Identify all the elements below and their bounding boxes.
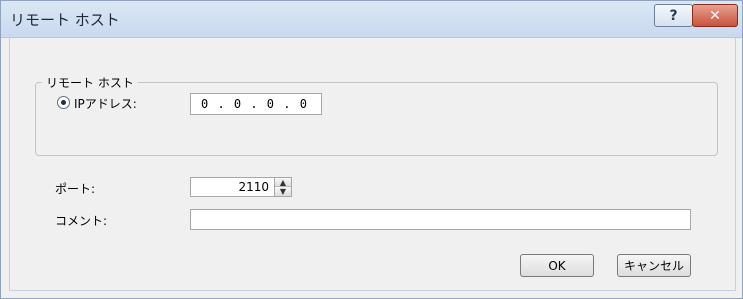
title-bar[interactable]: リモート ホスト ? ✕	[1, 1, 742, 38]
ip-address-radio[interactable]	[57, 96, 70, 109]
window-title: リモート ホスト	[10, 11, 120, 29]
remote-host-group: リモート ホスト	[35, 74, 718, 156]
port-spinner: ▲ ▼	[274, 178, 292, 196]
dialog-content: リモート ホスト IPアドレス: 0 . 0 . 0 . 0 ポート: 2110…	[9, 38, 736, 291]
group-legend: リモート ホスト	[46, 76, 134, 90]
dialog-window: リモート ホスト ? ✕ リモート ホスト IPアドレス: 0 . 0 . 0 …	[0, 0, 743, 299]
help-icon: ?	[669, 7, 678, 24]
help-button[interactable]: ?	[654, 4, 693, 27]
port-label: ポート:	[55, 182, 96, 196]
cancel-button[interactable]: キャンセル	[617, 254, 691, 277]
close-button[interactable]: ✕	[692, 4, 738, 27]
close-icon: ✕	[709, 7, 721, 24]
comment-label: コメント:	[55, 214, 108, 228]
spin-up-button[interactable]: ▲	[275, 178, 291, 187]
ok-button[interactable]: OK	[520, 254, 594, 277]
comment-input[interactable]	[190, 209, 691, 230]
ip-address-label: IPアドレス:	[74, 97, 137, 111]
ip-address-input[interactable]: 0 . 0 . 0 . 0	[190, 93, 322, 115]
spin-down-button[interactable]: ▼	[275, 187, 291, 196]
